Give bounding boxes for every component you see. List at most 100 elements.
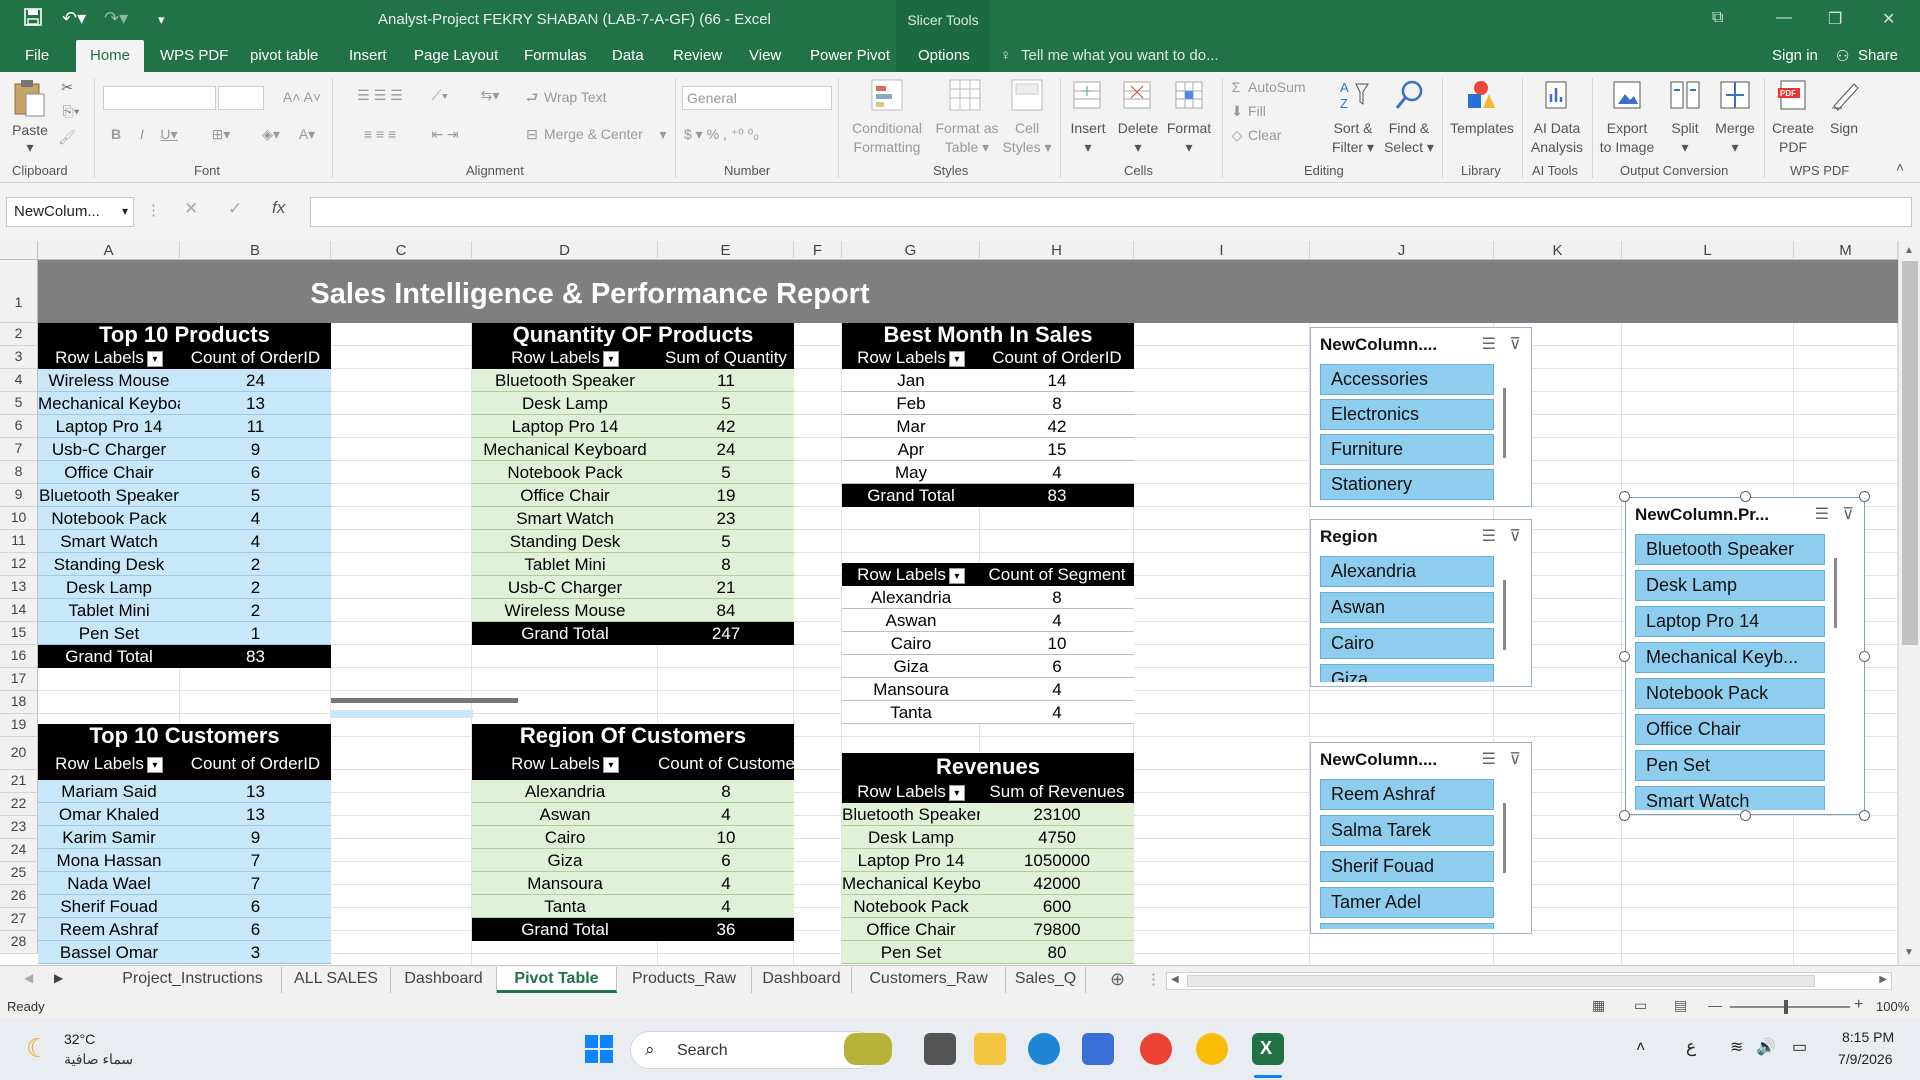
qat-customize-icon[interactable]: ▾ bbox=[158, 12, 165, 28]
segment_region-header-row-labels[interactable]: Row Labels ▾ bbox=[842, 563, 980, 586]
revenues-row-label[interactable]: Pen Set bbox=[842, 941, 980, 964]
format-as-table-button[interactable]: Format as Table ▾ bbox=[932, 119, 1002, 157]
sheet-tab-dashboard[interactable]: Dashboard bbox=[752, 967, 852, 993]
best_month-row-label[interactable]: Apr bbox=[842, 438, 980, 461]
autosum-icon[interactable]: Σ bbox=[1228, 78, 1244, 97]
region_customers-row-value[interactable]: 4 bbox=[658, 895, 794, 918]
weather-moon-icon[interactable]: ☾ bbox=[26, 1033, 49, 1064]
quantity_products-row-label[interactable]: Usb-C Charger bbox=[472, 576, 658, 599]
conditional-formatting-icon[interactable] bbox=[870, 78, 904, 112]
clock-time[interactable]: 8:15 PM bbox=[1842, 1029, 1894, 1045]
revenues-header-value[interactable]: Sum of Revenues bbox=[980, 780, 1134, 803]
quantity_products-grand-total-value[interactable]: 247 bbox=[658, 622, 794, 645]
column-header-j[interactable]: J bbox=[1310, 241, 1494, 260]
top_products-row-label[interactable]: Notebook Pack bbox=[38, 507, 180, 530]
zoom-level[interactable]: 100% bbox=[1876, 999, 1909, 1014]
top_products-row-label[interactable]: Bluetooth Speaker bbox=[38, 484, 180, 507]
clear-filter-icon[interactable]: ⊽ bbox=[1509, 751, 1521, 768]
revenues-title[interactable]: Revenues bbox=[842, 753, 1134, 780]
weather-temp[interactable]: 32°C bbox=[64, 1031, 95, 1047]
redo-icon[interactable]: ↷▾ bbox=[104, 8, 128, 29]
quantity_products-title[interactable]: Qunantity OF Products bbox=[472, 323, 794, 346]
quantity_products-row-value[interactable]: 5 bbox=[658, 461, 794, 484]
row-header-18[interactable]: 18 bbox=[0, 691, 38, 714]
fx-icon[interactable]: fx bbox=[272, 198, 285, 218]
row-header-8[interactable]: 8 bbox=[0, 461, 38, 484]
resize-handle[interactable] bbox=[1740, 810, 1751, 821]
h-scroll-thumb[interactable] bbox=[1187, 975, 1815, 987]
cell-styles-button[interactable]: Cell Styles ▾ bbox=[1002, 119, 1052, 157]
quantity_products-grand-total-label[interactable]: Grand Total bbox=[472, 622, 658, 645]
templates-button[interactable]: Templates bbox=[1444, 119, 1520, 138]
revenues-row-label[interactable]: Notebook Pack bbox=[842, 895, 980, 918]
top_products-row-label[interactable]: Tablet Mini bbox=[38, 599, 180, 622]
collapse-ribbon-icon[interactable]: ˄ bbox=[1890, 158, 1910, 177]
find-select-icon[interactable] bbox=[1392, 78, 1426, 112]
merge-button[interactable]: Merge ▾ bbox=[1710, 119, 1760, 157]
revenues-row-value[interactable]: 600 bbox=[980, 895, 1134, 918]
tab-pivot-table[interactable]: pivot table bbox=[250, 47, 318, 64]
top_products-row-label[interactable]: Usb-C Charger bbox=[38, 438, 180, 461]
revenues-row-value[interactable]: 79800 bbox=[980, 918, 1134, 941]
top_customers-row-label[interactable]: Karim Samir bbox=[38, 826, 180, 849]
column-header-i[interactable]: I bbox=[1134, 241, 1310, 260]
best_month-header-value[interactable]: Count of OrderID bbox=[980, 346, 1134, 369]
top_customers-row-label[interactable]: Sherif Fouad bbox=[38, 895, 180, 918]
row-header-24[interactable]: 24 bbox=[0, 839, 38, 862]
sheet-tab-sales-q[interactable]: Sales_Q bbox=[1006, 967, 1086, 993]
select-all-corner[interactable] bbox=[0, 241, 38, 260]
slicer-item[interactable]: Cairo bbox=[1320, 628, 1494, 659]
revenues-row-label[interactable]: Bluetooth Speaker bbox=[842, 803, 980, 826]
clock-date[interactable]: 7/9/2026 bbox=[1838, 1051, 1893, 1067]
top_products-header-row-labels[interactable]: Row Labels ▾ bbox=[38, 346, 180, 369]
top_products-row-value[interactable]: 24 bbox=[180, 369, 331, 392]
quantity_products-row-label[interactable]: Notebook Pack bbox=[472, 461, 658, 484]
row-header-9[interactable]: 9 bbox=[0, 484, 38, 507]
vertical-align-icons[interactable]: ☰ ☰ ☰ bbox=[340, 86, 420, 105]
best_month-row-value[interactable]: 15 bbox=[980, 438, 1134, 461]
best_month-row-label[interactable]: Feb bbox=[842, 392, 980, 415]
best_month-title[interactable]: Best Month In Sales bbox=[842, 323, 1134, 346]
resize-handle[interactable] bbox=[1859, 491, 1870, 502]
merge-dropdown-icon[interactable]: ▾ bbox=[656, 125, 670, 144]
region_customers-row-label[interactable]: Mansoura bbox=[472, 872, 658, 895]
templates-icon[interactable] bbox=[1464, 78, 1498, 112]
cell-styles-icon[interactable] bbox=[1010, 78, 1044, 112]
excel-taskbar-icon[interactable]: X bbox=[1252, 1033, 1284, 1065]
quantity_products-row-value[interactable]: 19 bbox=[658, 484, 794, 507]
row-header-21[interactable]: 21 bbox=[0, 770, 38, 793]
segment_region-row-label[interactable]: Cairo bbox=[842, 632, 980, 655]
revenues-header-row-labels[interactable]: Row Labels ▾ bbox=[842, 780, 980, 803]
slicer-item[interactable]: Notebook Pack bbox=[1635, 678, 1825, 709]
filter-dropdown-icon[interactable]: ▾ bbox=[948, 350, 965, 367]
clear-filter-icon[interactable]: ⊽ bbox=[1842, 506, 1854, 523]
top_products-row-value[interactable]: 2 bbox=[180, 576, 331, 599]
region_customers-title[interactable]: Region Of Customers bbox=[472, 724, 794, 747]
font-size-combo[interactable] bbox=[218, 86, 264, 110]
slicer-item[interactable]: Tamer Adel bbox=[1320, 887, 1494, 918]
best_month-grand-total-value[interactable]: 83 bbox=[980, 484, 1134, 507]
slicer-item[interactable]: Pen Set bbox=[1635, 750, 1825, 781]
tab-page-layout[interactable]: Page Layout bbox=[414, 47, 498, 64]
column-header-m[interactable]: M bbox=[1794, 241, 1898, 260]
resize-handle[interactable] bbox=[1740, 491, 1751, 502]
top_products-header-value[interactable]: Count of OrderID bbox=[180, 346, 331, 369]
row-header-14[interactable]: 14 bbox=[0, 599, 38, 622]
top_customers-row-value[interactable]: 13 bbox=[180, 780, 331, 803]
top_products-row-value[interactable]: 13 bbox=[180, 392, 331, 415]
row-header-12[interactable]: 12 bbox=[0, 553, 38, 576]
quantity_products-row-label[interactable]: Tablet Mini bbox=[472, 553, 658, 576]
segment_region-row-value[interactable]: 8 bbox=[980, 586, 1134, 609]
merge-center-icon[interactable]: ⊟ bbox=[522, 125, 542, 144]
create-pdf-button[interactable]: Create PDF bbox=[1766, 119, 1820, 157]
region_customers-row-value[interactable]: 4 bbox=[658, 803, 794, 826]
slicer-item[interactable]: Reem Ashraf bbox=[1320, 779, 1494, 810]
slicer-scrollbar[interactable] bbox=[1503, 388, 1506, 458]
segment_region-row-value[interactable]: 6 bbox=[980, 655, 1134, 678]
sign-icon[interactable] bbox=[1828, 78, 1862, 112]
top_customers-row-value[interactable]: 9 bbox=[180, 826, 331, 849]
close-icon[interactable]: ✕ bbox=[1882, 9, 1895, 29]
top_products-row-value[interactable]: 9 bbox=[180, 438, 331, 461]
column-header-g[interactable]: G bbox=[842, 241, 980, 260]
row-header-1[interactable]: 1 bbox=[0, 260, 38, 323]
